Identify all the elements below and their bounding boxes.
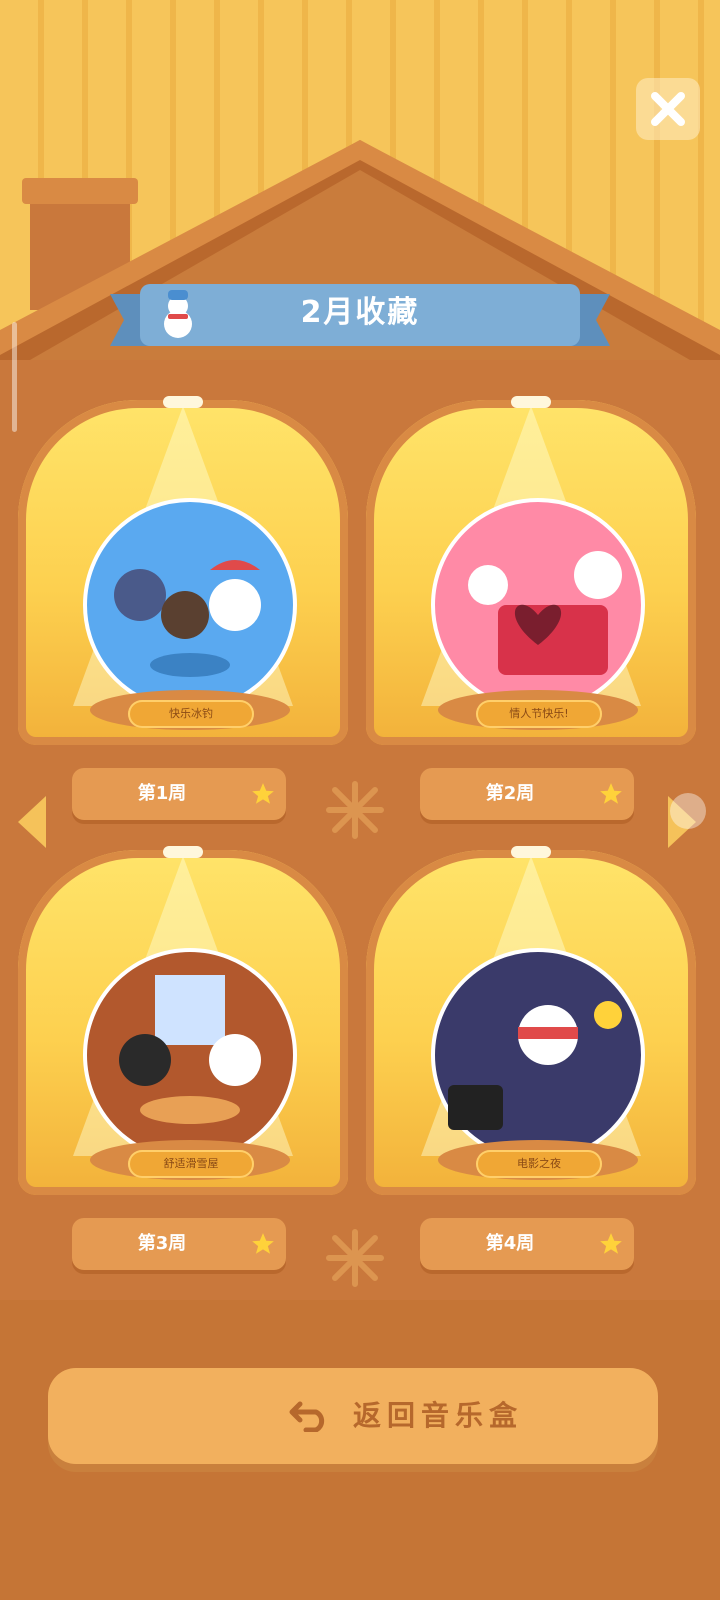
lamp bbox=[511, 846, 551, 858]
globe-label: 快乐冰钓 bbox=[128, 700, 254, 728]
collection-cell-4[interactable]: 电影之夜 第4周 bbox=[348, 846, 696, 1270]
star-icon bbox=[600, 1233, 622, 1254]
snowflake-icon bbox=[326, 1229, 384, 1287]
week-button-3[interactable]: 第3周 bbox=[72, 1218, 286, 1270]
collection-cell-1[interactable]: 快乐冰钓 第1周 bbox=[0, 396, 348, 820]
week-button-4[interactable]: 第4周 bbox=[420, 1218, 634, 1270]
previous-page-arrow[interactable] bbox=[14, 792, 50, 852]
star-icon bbox=[252, 1233, 274, 1254]
week-label: 第4周 bbox=[485, 1233, 535, 1254]
week-label: 第1周 bbox=[137, 783, 187, 804]
back-button-label: 返回音乐盒 bbox=[353, 1399, 524, 1432]
assistive-touch-dot[interactable] bbox=[670, 793, 706, 829]
snow-globe-2[interactable] bbox=[418, 495, 658, 735]
collection-cell-2[interactable]: 情人节快乐! 第2周 bbox=[348, 396, 696, 820]
globe-label: 舒适滑雪屋 bbox=[128, 1150, 254, 1178]
collection-cell-3[interactable]: 舒适滑雪屋 第3周 bbox=[0, 846, 348, 1270]
snow-globe-1[interactable] bbox=[70, 495, 310, 735]
close-button[interactable] bbox=[636, 78, 700, 140]
snowflake-icon bbox=[326, 781, 384, 839]
return-arrow-icon bbox=[289, 1401, 325, 1432]
lamp bbox=[163, 396, 203, 408]
week-button-2[interactable]: 第2周 bbox=[420, 768, 634, 820]
lamp bbox=[511, 396, 551, 408]
globe-label: 情人节快乐! bbox=[476, 700, 602, 728]
snow-globe-4[interactable] bbox=[418, 945, 658, 1185]
title-banner: 2月收藏 bbox=[110, 280, 610, 352]
snow-globe-3[interactable] bbox=[70, 945, 310, 1185]
globe-label: 电影之夜 bbox=[476, 1150, 602, 1178]
back-to-music-box-button[interactable]: 返回音乐盒 bbox=[48, 1368, 658, 1464]
week-label: 第3周 bbox=[137, 1233, 187, 1254]
week-button-1[interactable]: 第1周 bbox=[72, 768, 286, 820]
page-title: 2月收藏 bbox=[300, 295, 420, 330]
lamp bbox=[163, 846, 203, 858]
star-icon bbox=[600, 783, 622, 804]
week-label: 第2周 bbox=[485, 783, 535, 804]
star-icon bbox=[252, 783, 274, 804]
close-icon bbox=[651, 92, 685, 126]
